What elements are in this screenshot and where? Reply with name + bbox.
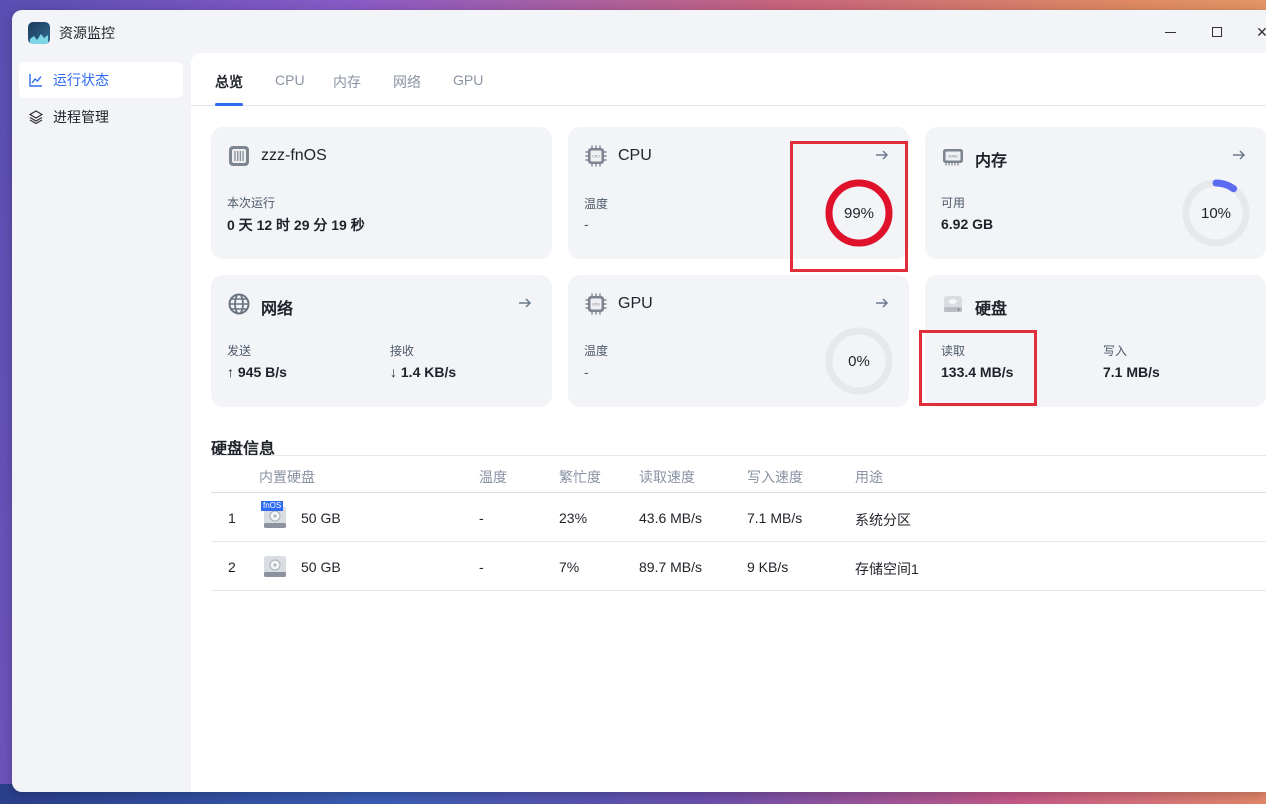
- disk-usage: 存储空间1: [855, 561, 919, 577]
- resource-monitor-window: 资源监控 ✕ 运行状态 进程管理 总览 CPU 内存 网络 GPU zzz-fn…: [12, 10, 1266, 792]
- disk-read-speed: 43.6 MB/s: [639, 510, 703, 526]
- server-icon: [229, 146, 249, 166]
- maximize-button[interactable]: [1205, 20, 1229, 44]
- disk-drive-icon: [264, 556, 286, 577]
- sidebar-item-label: 进程管理: [53, 109, 109, 125]
- fnos-badge: fnOS: [261, 501, 284, 511]
- column-header: 内置硬盘: [259, 469, 315, 485]
- gpu-title: GPU: [618, 295, 653, 312]
- sidebar: 运行状态 进程管理: [12, 54, 191, 792]
- disk-title: 硬盘: [975, 301, 1008, 318]
- minimize-icon: [1164, 31, 1176, 33]
- network-send-label: 发送: [227, 344, 252, 358]
- table-row[interactable]: 1 fnOS 50 GB - 23% 43.6 MB/s 7.1 MB/s 系统…: [211, 493, 1266, 542]
- column-header: 温度: [479, 469, 507, 485]
- disk-write-label: 写入: [1103, 344, 1128, 358]
- svg-text:RAM: RAM: [949, 154, 958, 159]
- gpu-usage-text: 0%: [848, 352, 870, 370]
- disk-write-speed: 9 KB/s: [747, 559, 789, 575]
- network-receive-value: ↓ 1.4 KB/s: [390, 364, 457, 380]
- network-card[interactable]: 网络 发送 ↑ 945 B/s 接收 ↓ 1.4 KB/s: [211, 275, 552, 407]
- disk-busy: 7%: [559, 559, 580, 575]
- disk-temp: -: [479, 510, 484, 526]
- tab-gpu[interactable]: GPU: [453, 72, 483, 88]
- tab-memory[interactable]: 内存: [333, 72, 361, 92]
- tab-bar: 总览 CPU 内存 网络 GPU: [191, 53, 1266, 106]
- globe-network-icon: [228, 293, 250, 315]
- cpu-temp-label: 温度: [584, 197, 609, 211]
- disk-usage: 系统分区: [855, 512, 911, 528]
- sidebar-item-processes[interactable]: 进程管理: [19, 99, 183, 135]
- network-send-value: ↑ 945 B/s: [227, 364, 287, 380]
- cpu-title: CPU: [618, 147, 652, 164]
- network-title: 网络: [261, 301, 294, 318]
- arrow-right-icon[interactable]: [874, 295, 890, 311]
- active-tab-indicator: [215, 103, 243, 106]
- ram-icon: RAM: [943, 149, 963, 166]
- memory-card[interactable]: RAM 内存 可用 6.92 GB 10%: [925, 127, 1266, 259]
- cpu-temp-value: -: [584, 216, 589, 232]
- column-header: 读取速度: [639, 469, 695, 485]
- close-button[interactable]: ✕: [1250, 20, 1266, 44]
- arrow-right-icon[interactable]: [1231, 147, 1247, 163]
- uptime-label: 本次运行: [227, 196, 276, 210]
- memory-available-value: 6.92 GB: [941, 216, 994, 232]
- line-chart-icon: [29, 73, 43, 87]
- disk-write-speed: 7.1 MB/s: [747, 510, 803, 526]
- memory-usage-text: 10%: [1200, 204, 1232, 222]
- hard-disk-icon: [944, 296, 962, 312]
- sidebar-item-status[interactable]: 运行状态: [19, 62, 183, 98]
- disk-read-highlight-box: [919, 330, 1037, 406]
- tab-cpu[interactable]: CPU: [275, 72, 305, 88]
- gpu-card[interactable]: GPU GPU 温度 - 0%: [568, 275, 909, 407]
- svg-text:CPU: CPU: [592, 155, 600, 159]
- disk-temp: -: [479, 559, 484, 575]
- tab-network[interactable]: 网络: [393, 72, 421, 92]
- memory-title: 内存: [975, 153, 1008, 170]
- main-content: 总览 CPU 内存 网络 GPU zzz-fnOS 本次运行 0 天 12 时 …: [191, 53, 1266, 792]
- gpu-temp-value: -: [584, 364, 589, 380]
- disk-busy: 23%: [559, 510, 588, 526]
- arrow-right-icon[interactable]: [517, 295, 533, 311]
- uptime-value: 0 天 12 时 29 分 19 秒: [227, 217, 365, 233]
- svg-text:GPU: GPU: [592, 303, 600, 307]
- sidebar-item-label: 运行状态: [53, 72, 109, 88]
- disk-size: 50 GB: [301, 510, 341, 526]
- gpu-temp-label: 温度: [584, 344, 609, 358]
- column-header: 写入速度: [747, 469, 803, 485]
- memory-usage-ring: 10%: [1181, 178, 1251, 248]
- disk-write-value: 7.1 MB/s: [1103, 364, 1160, 380]
- minimize-button[interactable]: [1158, 20, 1182, 44]
- resource-monitor-app-icon: [28, 22, 50, 44]
- table-row[interactable]: 2 50 GB - 7% 89.7 MB/s 9 KB/s 存储空间1: [211, 542, 1266, 591]
- system-card: zzz-fnOS 本次运行 0 天 12 时 29 分 19 秒: [211, 127, 552, 259]
- column-header: 用途: [855, 469, 883, 485]
- row-index: 2: [228, 559, 236, 575]
- maximize-icon: [1212, 27, 1222, 37]
- cpu-chip-icon: CPU: [585, 145, 607, 167]
- title-bar: 资源监控 ✕: [12, 10, 1266, 54]
- network-receive-label: 接收: [390, 344, 415, 358]
- disk-read-speed: 89.7 MB/s: [639, 559, 703, 575]
- column-header: 繁忙度: [559, 469, 601, 485]
- row-index: 1: [228, 510, 236, 526]
- gpu-usage-ring: 0%: [824, 326, 894, 396]
- layers-icon: [29, 110, 43, 124]
- tab-overview[interactable]: 总览: [215, 72, 243, 92]
- app-title: 资源监控: [59, 25, 115, 41]
- disk-size: 50 GB: [301, 559, 341, 575]
- system-hostname: zzz-fnOS: [261, 147, 327, 164]
- gpu-chip-icon: GPU: [585, 293, 607, 315]
- table-header: 内置硬盘 温度 繁忙度 读取速度 写入速度 用途: [211, 455, 1266, 493]
- cpu-highlight-box: [790, 141, 908, 272]
- close-icon: ✕: [1256, 23, 1266, 40]
- memory-available-label: 可用: [941, 196, 966, 210]
